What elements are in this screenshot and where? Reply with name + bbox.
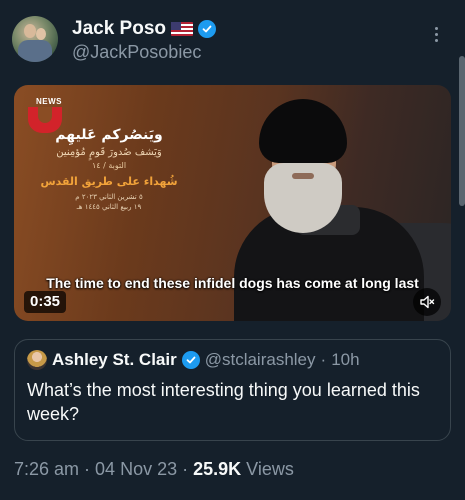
- more-options-icon[interactable]: [426, 24, 446, 44]
- quoted-post-header: Ashley St. Clair @stclairashley · 10h: [27, 350, 360, 370]
- channel-logo-text: NEWS: [36, 97, 62, 106]
- quoted-separator: ·: [320, 350, 327, 369]
- author-avatar[interactable]: [12, 16, 58, 62]
- quoted-author-handle: @stclairashley: [204, 350, 316, 369]
- mute-icon[interactable]: [413, 288, 441, 316]
- quoted-verified-badge-icon: [181, 351, 200, 369]
- quoted-post[interactable]: Ashley St. Clair @stclairashley · 10h Wh…: [14, 339, 451, 441]
- video-caption: The time to end these infidel dogs has c…: [46, 275, 419, 291]
- tweet-header: Jack Poso @JackPosobiec: [12, 14, 452, 64]
- author-display-name[interactable]: Jack Poso: [72, 18, 166, 40]
- meta-separator: ·: [84, 459, 91, 479]
- post-date[interactable]: 04 Nov 23: [95, 459, 177, 480]
- author-name-row: Jack Poso: [72, 18, 216, 40]
- views-label: Views: [246, 459, 294, 479]
- verified-badge-icon[interactable]: [198, 20, 216, 38]
- author-handle[interactable]: @JackPosobiec: [72, 42, 201, 63]
- video-duration: 0:35: [24, 291, 67, 313]
- views-count[interactable]: 25.9K: [193, 459, 241, 480]
- quoted-author-name: Ashley St. Clair: [52, 350, 177, 369]
- meta-separator: ·: [182, 459, 189, 479]
- quoted-post-text: What’s the most interesting thing you le…: [27, 380, 420, 424]
- quoted-author-avatar: [27, 350, 47, 370]
- post-time[interactable]: 7:26 am: [14, 459, 79, 480]
- quoted-post-time: 10h: [331, 350, 360, 369]
- us-flag-icon: [171, 22, 193, 36]
- scrollbar[interactable]: [459, 56, 465, 206]
- tweet-meta: 7:26 am · 04 Nov 23 · 25.9K Views: [14, 459, 294, 480]
- video-player[interactable]: NEWS ويَنصُركم عَليهِم وَيَشف صُدورَ قَو…: [14, 85, 451, 321]
